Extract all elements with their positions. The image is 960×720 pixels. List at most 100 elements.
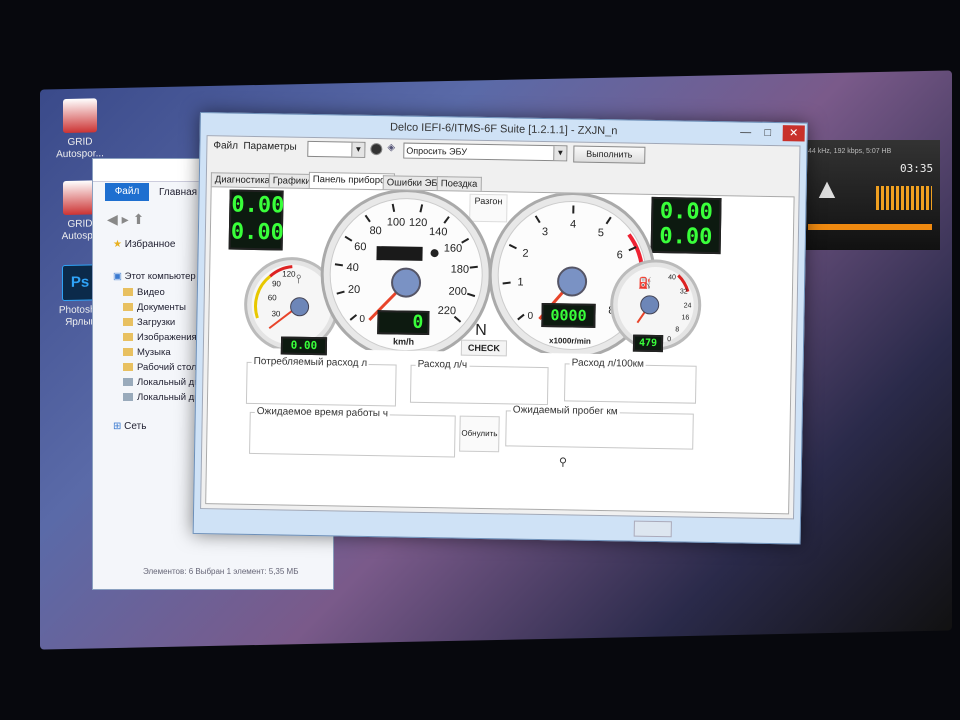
tachometer-hub [557, 266, 588, 297]
fuel-pump-icon: ⛽ [638, 277, 652, 290]
minimize-icon[interactable]: — [735, 124, 757, 140]
nav-label: Локальный ди [137, 392, 200, 403]
gauge-label: 200 [448, 286, 467, 298]
network-node[interactable]: ⊞ Сеть [113, 421, 146, 432]
nav-item-downloads[interactable]: Загрузки [123, 317, 175, 328]
gauge-tick [334, 263, 344, 267]
gauges-svg: 30 60 90 120 ⫯ 20406080100 12014016018020… [244, 189, 702, 358]
expected-mileage-label: Ожидаемый пробег км [510, 404, 620, 418]
this-pc-label: Этот компьютер [124, 271, 196, 282]
nav-item-video[interactable]: Видео [123, 287, 165, 298]
temp-gauge-hub [290, 297, 310, 317]
folder-icon [123, 318, 133, 327]
nav-item-music[interactable]: Музыка [123, 347, 171, 358]
folder-icon [123, 348, 133, 357]
grid-autosport-shortcut-1[interactable]: GRID Autospor... [48, 98, 112, 161]
star-icon: ★ [113, 239, 122, 250]
query-combo-value: Опросить ЭБУ [406, 145, 468, 157]
remaining-time-label: Ожидаемое время работы ч [254, 406, 391, 420]
grid-logo-icon [63, 98, 97, 134]
tach-digital: 0000 [541, 302, 596, 328]
fuel-digital: 479 [632, 334, 664, 353]
explorer-home-tab[interactable]: Главная [159, 187, 197, 198]
nav-label: Видео [137, 287, 165, 298]
gauge-label: 100 [387, 216, 406, 228]
gauge-tick [502, 281, 511, 285]
mouse-cursor-icon: ⚲ [558, 456, 568, 469]
computer-icon: ▣ [113, 271, 122, 282]
temp-label-60: 60 [268, 293, 278, 302]
folder-icon [123, 288, 133, 297]
nav-label: Изображения [137, 332, 197, 343]
tach-label-zero: 0 [527, 311, 533, 322]
temp-digital: 0.00 [280, 336, 328, 356]
nav-label: Документы [137, 302, 186, 313]
drive-icon [123, 378, 133, 387]
port-combo[interactable]: ▼ [307, 140, 366, 158]
rate-100km-group: Расход л/100км [564, 357, 697, 404]
nav-item-images[interactable]: Изображения [123, 332, 197, 343]
temp-label-90: 90 [272, 279, 282, 288]
speed-unit: km/h [393, 336, 414, 346]
nav-item-documents[interactable]: Документы [123, 302, 186, 313]
favorites-node[interactable]: ★ Избранное [113, 239, 175, 250]
diamond-icon: ◈ [387, 142, 396, 154]
nav-label: Загрузки [137, 317, 176, 328]
player-time: 03:35 [900, 162, 934, 175]
gauge-label: 120 [409, 217, 428, 229]
speed-odometer-icon [376, 246, 423, 261]
nav-label: Рабочий стол [137, 362, 197, 373]
reset-button[interactable]: Обнулить [459, 415, 500, 453]
gauge-tick [469, 265, 478, 269]
back-arrow-icon[interactable]: ◀ ▸ ⬆ [107, 211, 144, 228]
connection-indicator-icon [370, 142, 383, 156]
this-pc-node[interactable]: ▣ Этот компьютер [113, 271, 196, 282]
speed-digital: 0 [377, 310, 430, 336]
gauge-label: 180 [451, 264, 470, 276]
query-combo[interactable]: Опросить ЭБУ ▼ [403, 142, 568, 162]
maximize-icon[interactable]: □ [757, 125, 779, 141]
check-engine-indicator: CHECK [460, 339, 508, 357]
expected-mileage-group: Ожидаемый пробег км [505, 404, 694, 450]
network-label: Сеть [124, 421, 147, 432]
media-player: 44 kHz, 192 kbps, 5:07 HB 03:35 ▲ [800, 140, 940, 250]
player-logo-icon: ▲ [813, 173, 841, 204]
chevron-down-icon: ▼ [553, 146, 567, 161]
gauge-label: 6 [617, 249, 623, 261]
fuel-gauge-hub [640, 295, 660, 315]
close-icon[interactable]: ✕ [782, 125, 805, 142]
nav-item-local-disk-2[interactable]: Локальный ди [123, 392, 200, 403]
gear-indicator: N [475, 321, 487, 340]
chevron-down-icon: ▼ [351, 142, 365, 157]
rate-lh-label: Расход л/ч [415, 358, 470, 371]
status-strip [633, 520, 672, 538]
gauge-label: 160 [444, 243, 463, 255]
execute-button[interactable]: Выполнить [573, 145, 646, 164]
drive-icon [123, 393, 133, 402]
gauge-label: 2 [522, 248, 528, 260]
consumed-fuel-label: Потребляемый расход л [251, 355, 370, 369]
player-info: 44 kHz, 192 kbps, 5:07 HB [808, 148, 892, 155]
gauge-label: 5 [598, 227, 604, 239]
consumed-fuel-group: Потребляемый расход л [245, 355, 397, 407]
fuel-label-40: 40 [668, 274, 676, 281]
favorites-label: Избранное [124, 239, 176, 250]
fuel-label-8: 8 [675, 326, 679, 333]
explorer-status-bar: Элементов: 6 Выбран 1 элемент: 5,35 МБ [143, 567, 299, 576]
speedometer-hub [391, 267, 422, 298]
spectrum-icon [876, 186, 932, 210]
dashboard-panel: 0.00 0.00 0.00 0.00 Разгон 30 60 90 120 … [205, 186, 795, 515]
folder-icon [123, 333, 133, 342]
folder-icon [123, 303, 133, 312]
menu-params[interactable]: Параметры [243, 141, 296, 153]
network-icon: ⊞ [113, 421, 122, 432]
menu-file[interactable]: Файл [213, 140, 238, 151]
temp-label-30: 30 [271, 309, 281, 318]
gauge-label: 220 [438, 305, 457, 317]
nav-item-desktop[interactable]: Рабочий стол [123, 362, 197, 373]
explorer-file-tab[interactable]: Файл [105, 183, 149, 201]
nav-item-local-disk-1[interactable]: Локальный ди [123, 377, 200, 388]
speed-label-zero: 0 [359, 314, 365, 325]
gauge-label: 40 [347, 262, 359, 274]
player-seek-bar[interactable] [808, 224, 932, 230]
